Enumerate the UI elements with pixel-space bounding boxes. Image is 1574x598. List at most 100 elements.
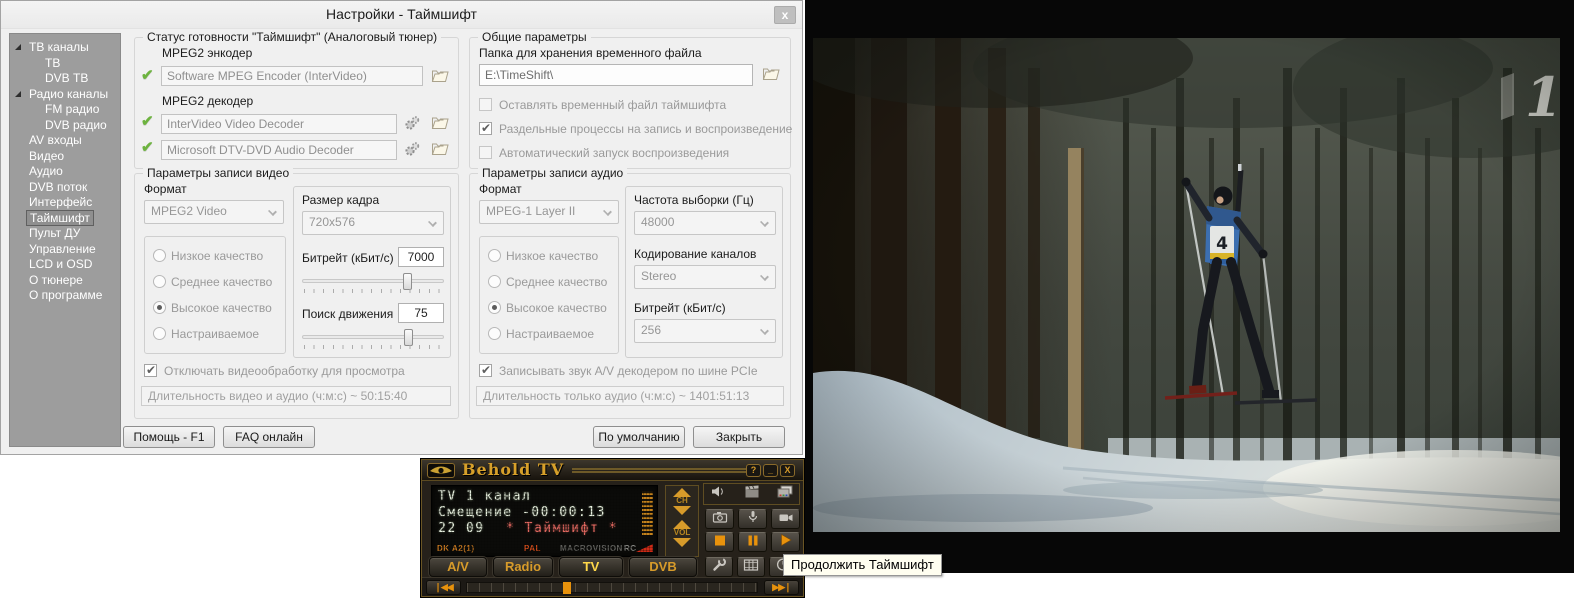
audio-quality-high-radio[interactable] — [488, 301, 501, 314]
motion-search-slider[interactable] — [302, 335, 444, 339]
volume-down-button[interactable] — [673, 538, 691, 547]
audio-quality-low-radio[interactable] — [488, 249, 501, 262]
lcd-pal-label: PAL — [524, 544, 541, 553]
stop-button[interactable] — [705, 532, 734, 552]
clapperboard-icon[interactable] — [745, 485, 760, 504]
player-titlebar[interactable]: Behold TV ? _ X — [422, 460, 803, 481]
sample-rate-select[interactable]: 48000 — [634, 211, 776, 235]
close-button[interactable]: Закрыть — [693, 426, 785, 448]
mode-av-button[interactable]: A/V — [429, 557, 487, 577]
audio-decoder-properties-button[interactable] — [403, 141, 422, 157]
seek-track[interactable] — [466, 582, 758, 593]
dialog-titlebar[interactable]: Настройки - Таймшифт x — [1, 1, 802, 29]
pause-button[interactable] — [738, 532, 767, 552]
tree-item-av-inputs[interactable]: AV входы — [10, 133, 120, 149]
separate-processes-checkbox[interactable] — [479, 122, 492, 135]
player-close-button[interactable]: X — [780, 464, 795, 477]
play-button[interactable] — [771, 532, 800, 552]
audio-format-select[interactable]: MPEG-1 Layer II — [479, 200, 619, 224]
tree-item-dvb-tv[interactable]: DVB ТВ — [10, 71, 120, 87]
display-settings-icon[interactable] — [777, 485, 793, 503]
player-help-button[interactable]: ? — [746, 464, 761, 477]
video-quality-high-radio[interactable] — [153, 301, 166, 314]
video-bitrate-value[interactable]: 7000 — [398, 247, 444, 267]
browse-folder-button[interactable] — [762, 66, 781, 82]
skip-back-button[interactable]: ❘◀◀ — [426, 580, 461, 595]
player-minimize-button[interactable]: _ — [763, 464, 778, 477]
tree-item-control[interactable]: Управление — [10, 242, 120, 258]
keep-temp-file-label: Оставлять временный файл таймшифта — [499, 98, 726, 112]
disable-video-processing-checkbox[interactable] — [144, 364, 157, 377]
encoder-field: Software MPEG Encoder (InterVideo) — [161, 66, 423, 86]
audio-bitrate-select[interactable]: 256 — [634, 319, 776, 343]
temp-folder-input[interactable]: E:\TimeShift\ — [479, 64, 753, 86]
settings-button[interactable] — [705, 557, 733, 577]
audio-quality-custom-radio[interactable] — [488, 327, 501, 340]
video-duration-info: Длительность видео и аудио (ч:м:с) ~ 50:… — [141, 386, 451, 406]
mode-radio-button[interactable]: Radio — [493, 557, 553, 577]
faq-button[interactable]: FAQ онлайн — [223, 426, 315, 448]
recordings-button[interactable] — [737, 557, 765, 577]
temp-folder-label: Папка для хранения временного файла — [479, 46, 702, 60]
tree-item-dvb-radio[interactable]: DVB радио — [10, 118, 120, 134]
motion-search-value[interactable]: 75 — [398, 303, 444, 323]
tree-expand-icon[interactable] — [15, 91, 21, 97]
keep-temp-file-checkbox[interactable] — [479, 98, 492, 111]
mode-tv-button[interactable]: TV — [559, 557, 623, 577]
tree-expand-icon[interactable] — [15, 44, 21, 50]
snapshot-button[interactable] — [705, 509, 734, 529]
seek-thumb[interactable] — [563, 582, 571, 594]
lcd-timeshift-indicator: * Таймшифт * — [506, 521, 618, 536]
decoder-properties-button[interactable] — [403, 115, 422, 131]
tree-item-tv-channels[interactable]: ТВ каналы — [10, 40, 120, 56]
frame-size-select[interactable]: 720x576 — [302, 211, 444, 235]
tree-item-remote[interactable]: Пульт ДУ — [10, 226, 120, 242]
video-quality-low-radio[interactable] — [153, 249, 166, 262]
audio-record-button[interactable] — [738, 509, 767, 529]
tree-item-timeshift[interactable]: Таймшифт — [10, 211, 120, 227]
frame-size-label: Размер кадра — [302, 193, 379, 207]
tree-item-tv[interactable]: ТВ — [10, 56, 120, 72]
dialog-close-button[interactable]: x — [774, 6, 796, 24]
video-bitrate-slider[interactable] — [302, 279, 444, 283]
help-button[interactable]: Помощь - F1 — [123, 426, 215, 448]
timeshift-tooltip: Продолжить Таймшифт — [783, 554, 942, 576]
tree-item-video[interactable]: Видео — [10, 149, 120, 165]
audio-quality-medium-radio[interactable] — [488, 275, 501, 288]
record-audio-pcie-checkbox[interactable] — [479, 364, 492, 377]
general-group-title: Общие параметры — [478, 30, 591, 44]
mode-dvb-button[interactable]: DVB — [629, 557, 697, 577]
chevron-down-icon — [268, 207, 277, 216]
skip-forward-button[interactable]: ▶▶❘ — [764, 580, 799, 595]
lcd-display: TV 1 канал Смещение -00:00:13 22 09 * Та… — [431, 485, 658, 557]
channels-select[interactable]: Stereo — [634, 265, 776, 289]
video-quality-custom-radio[interactable] — [153, 327, 166, 340]
ready-check-icon: ✔ — [141, 138, 154, 156]
browse-audio-decoder-button[interactable] — [431, 141, 450, 157]
signal-strength-icon — [636, 544, 653, 552]
pause-icon — [747, 533, 758, 551]
speaker-icon[interactable] — [711, 485, 725, 504]
slider-thumb[interactable] — [403, 273, 412, 290]
tree-item-lcd-osd[interactable]: LCD и OSD — [10, 257, 120, 273]
general-group: Общие параметры Папка для хранения време… — [469, 37, 791, 169]
tree-item-dvb-stream[interactable]: DVB поток — [10, 180, 120, 196]
tree-item-about-program[interactable]: О программе — [10, 288, 120, 304]
chevron-down-icon — [760, 218, 769, 227]
video-quality-medium-radio[interactable] — [153, 275, 166, 288]
defaults-button[interactable]: По умолчанию — [593, 426, 685, 448]
browse-video-decoder-button[interactable] — [431, 115, 450, 131]
tree-item-radio-channels[interactable]: Радио каналы — [10, 87, 120, 103]
chevron-down-icon — [760, 272, 769, 281]
tree-item-about-tuner[interactable]: О тюнере — [10, 273, 120, 289]
tree-item-interface[interactable]: Интерфейс — [10, 195, 120, 211]
browse-encoder-button[interactable] — [431, 68, 450, 84]
video-format-select[interactable]: MPEG2 Video — [144, 200, 284, 224]
tree-item-audio[interactable]: Аудио — [10, 164, 120, 180]
channel-down-button[interactable] — [673, 506, 691, 515]
video-decoder-field: InterVideo Video Decoder — [161, 114, 397, 134]
tree-item-fm-radio[interactable]: FM радио — [10, 102, 120, 118]
slider-thumb[interactable] — [404, 329, 413, 346]
auto-playback-checkbox[interactable] — [479, 146, 492, 159]
video-record-button[interactable] — [771, 509, 800, 529]
